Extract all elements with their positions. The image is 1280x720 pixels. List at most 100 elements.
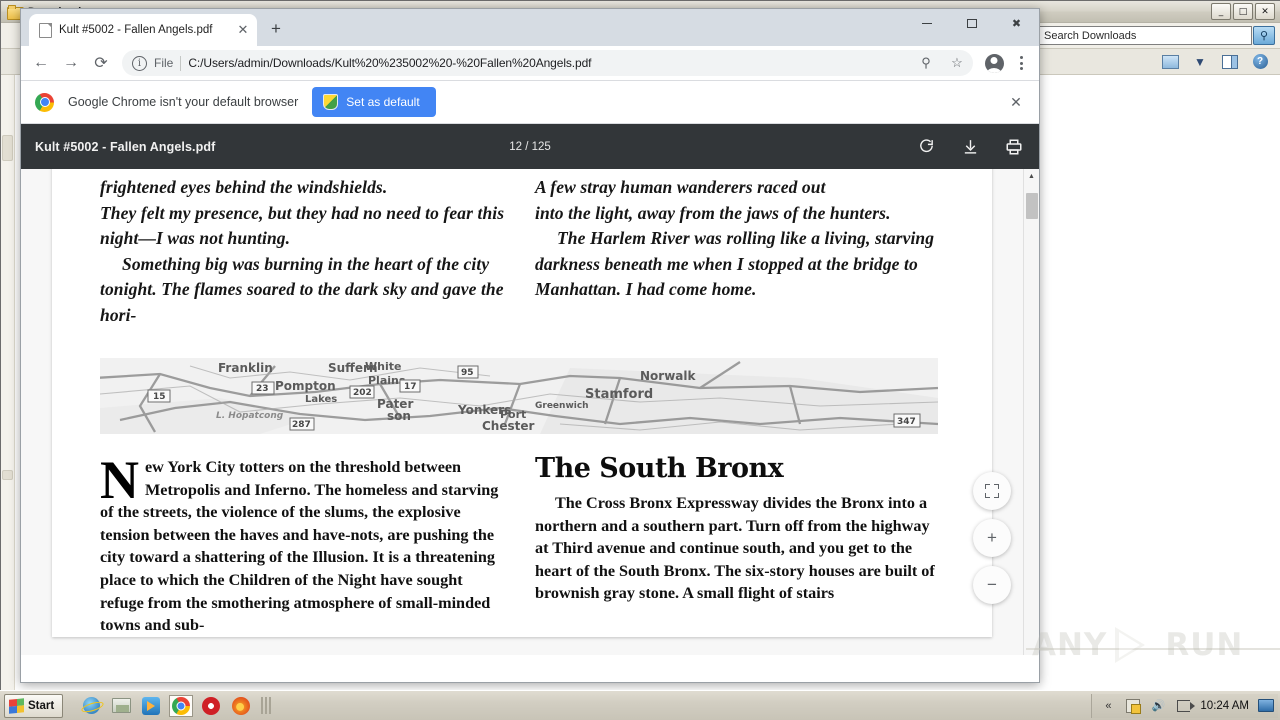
toolbar-right-actions[interactable] (980, 49, 1033, 77)
clock[interactable]: 10:24 AM (1200, 700, 1249, 712)
maximize-icon[interactable] (949, 9, 994, 38)
explorer-scroll-marker (2, 470, 13, 480)
minimize-icon[interactable] (904, 9, 949, 38)
pdf-paragraph: The Harlem River was rolling like a livi… (535, 228, 935, 299)
chevron-down-icon[interactable]: ▼ (1191, 54, 1209, 70)
explorer-window-controls[interactable]: _ □ ✕ (1211, 3, 1277, 20)
browser-tab[interactable]: Kult #5002 - Fallen Angels.pdf ✕ (29, 14, 257, 46)
taskbar-item-internet-explorer[interactable] (79, 695, 103, 717)
pdf-paragraph: Something big was burning in the heart o… (100, 253, 504, 325)
url-text[interactable]: C:/Users/admin/Downloads/Kult%20%235002%… (188, 56, 907, 70)
tab-title: Kult #5002 - Fallen Angels.pdf (59, 24, 213, 36)
svg-text:son: son (387, 409, 411, 423)
rotate-clockwise-icon[interactable] (915, 136, 937, 158)
taskbar-item-file-explorer[interactable] (109, 695, 133, 717)
svg-text:Pompton: Pompton (275, 379, 336, 393)
scroll-up-icon[interactable]: ▲ (1024, 169, 1039, 183)
chrome-logo-icon (35, 92, 54, 112)
chrome-window[interactable]: Kult #5002 - Fallen Angels.pdf ✕ + ✖ ← →… (20, 8, 1040, 683)
scrollbar-thumb[interactable] (1026, 193, 1038, 219)
firefox-icon (232, 696, 251, 715)
volume-icon[interactable]: 🔊 (1150, 698, 1166, 714)
print-icon[interactable] (1003, 136, 1025, 158)
drop-cap: N (100, 450, 139, 510)
pdf-zoom-controls[interactable]: + − (973, 472, 1011, 604)
fit-to-page-icon[interactable] (973, 472, 1011, 510)
windows-logo-icon (9, 697, 24, 714)
pdf-canvas[interactable]: frightened eyes behind the windshields. … (21, 169, 1023, 655)
tray-expand-icon[interactable]: « (1100, 698, 1116, 714)
display-icon[interactable] (1258, 698, 1274, 714)
svg-text:White: White (365, 360, 401, 373)
bookmark-star-icon[interactable]: ☆ (945, 51, 969, 75)
pdf-toolbar-actions[interactable] (915, 136, 1025, 158)
layout-pane-icon[interactable] (1221, 54, 1239, 70)
pdf-page: frightened eyes behind the windshields. … (52, 169, 992, 637)
taskbar-item-firefox[interactable] (229, 695, 253, 717)
taskbar[interactable]: Start « 🔊 10:24 AM (0, 690, 1280, 720)
reload-button[interactable]: ⟳ (87, 49, 115, 77)
security-alert-icon[interactable] (1125, 698, 1142, 714)
pdf-paragraph: A few stray human wanderers raced out (535, 177, 826, 197)
back-button[interactable]: ← (27, 49, 55, 77)
svg-text:95: 95 (461, 368, 474, 378)
set-as-default-button[interactable]: Set as default (312, 87, 436, 117)
preview-pane-icon[interactable] (1161, 54, 1179, 70)
info-icon[interactable]: i (132, 55, 147, 71)
zoom-in-button[interactable]: + (973, 519, 1011, 557)
svg-text:Franklin: Franklin (218, 361, 273, 375)
taskbar-grip[interactable] (261, 697, 272, 714)
profile-avatar-icon[interactable] (980, 49, 1008, 77)
download-icon[interactable] (959, 136, 981, 158)
pdf-column-right-italic: A few stray human wanderers raced out in… (535, 175, 944, 328)
start-button[interactable]: Start (4, 693, 64, 718)
url-scheme-label: File (154, 56, 174, 70)
pdf-column-right-body: The South Bronx The Cross Bronx Expressw… (535, 455, 944, 637)
explorer-close-button[interactable]: ✕ (1255, 3, 1275, 20)
svg-text:17: 17 (404, 382, 417, 392)
explorer-maximize-button[interactable]: □ (1233, 3, 1253, 20)
start-label: Start (28, 699, 55, 712)
close-icon[interactable]: ✖ (994, 9, 1039, 38)
taskbar-item-opera[interactable] (199, 695, 223, 717)
help-icon[interactable]: ? (1251, 54, 1269, 70)
network-flag-icon[interactable] (1175, 698, 1195, 714)
divider (180, 55, 182, 71)
set-as-default-label: Set as default (346, 95, 420, 109)
svg-text:23: 23 (256, 384, 269, 394)
taskbar-item-windows-media-player[interactable] (139, 695, 163, 717)
svg-text:15: 15 (153, 392, 166, 402)
pdf-paragraph: The Cross Bronx Expressway divides the B… (535, 494, 935, 603)
search-zoom-icon[interactable]: ⚲ (914, 51, 938, 75)
quick-launch-bar[interactable] (79, 694, 272, 717)
explorer-scroll-marker (2, 135, 13, 161)
infobar-message: Google Chrome isn't your default browser (68, 95, 299, 109)
zoom-out-button[interactable]: − (973, 566, 1011, 604)
pdf-paragraph: into the light, away from the jaws of th… (535, 202, 891, 223)
forward-button[interactable]: → (57, 49, 85, 77)
chrome-logo-icon (172, 696, 191, 715)
explorer-left-pane (1, 75, 15, 691)
pdf-top-columns: frightened eyes behind the windshields. … (100, 169, 944, 328)
chrome-tab-strip[interactable]: Kult #5002 - Fallen Angels.pdf ✕ + ✖ (21, 9, 1039, 46)
search-icon[interactable]: ⚲ (1253, 26, 1275, 45)
kebab-menu-icon[interactable] (1009, 49, 1033, 77)
taskbar-item-google-chrome[interactable] (169, 694, 194, 717)
svg-text:Greenwich: Greenwich (535, 401, 589, 411)
internet-explorer-icon (82, 697, 100, 714)
close-icon[interactable]: ✕ (235, 22, 251, 38)
pdf-paragraph: New York City totters on the threshold b… (100, 450, 509, 637)
explorer-minimize-button[interactable]: _ (1211, 3, 1231, 20)
opera-icon (202, 696, 221, 715)
new-tab-button[interactable]: + (263, 16, 289, 42)
system-tray[interactable]: « 🔊 10:24 AM (1091, 693, 1278, 718)
close-icon[interactable]: ✕ (1003, 89, 1029, 115)
chrome-toolbar[interactable]: ← → ⟳ i File C:/Users/admin/Downloads/Ku… (21, 46, 1039, 81)
chrome-window-controls[interactable]: ✖ (904, 9, 1039, 38)
pdf-toolbar[interactable]: Kult #5002 - Fallen Angels.pdf 12 / 125 (21, 124, 1039, 169)
svg-text:Norwalk: Norwalk (640, 369, 697, 383)
pdf-scrollbar[interactable]: ▲ (1023, 169, 1039, 655)
pdf-viewer[interactable]: Kult #5002 - Fallen Angels.pdf 12 / 125 (21, 124, 1039, 655)
explorer-search-input[interactable]: Search Downloads (1038, 26, 1252, 45)
address-bar[interactable]: i File C:/Users/admin/Downloads/Kult%20%… (122, 50, 973, 76)
